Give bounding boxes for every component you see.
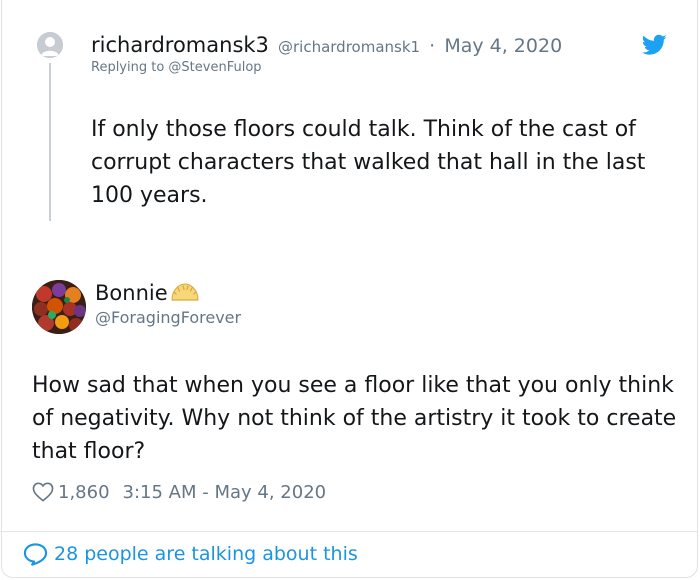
tweet-meta: 1,860 3:15 AM - May 4, 2020 [32, 480, 326, 504]
parent-display-name[interactable]: richardromansk3 [91, 33, 269, 57]
speech-bubble-icon [23, 543, 48, 566]
main-tweet-text: How sad that when you see a floor like t… [32, 373, 677, 464]
parent-header: richardromansk3 @richardromansk1 · May 4… [91, 33, 562, 57]
parent-date[interactable]: May 4, 2020 [444, 35, 562, 57]
parent-avatar[interactable] [37, 32, 63, 58]
like-count[interactable]: 1,860 [58, 482, 110, 503]
footer-divider [0, 531, 697, 532]
pierogi-emoji-icon [171, 283, 199, 301]
replying-to[interactable]: Replying to @StevenFulop [91, 60, 262, 75]
bonnie-handle[interactable]: @ForagingForever [95, 308, 241, 327]
tweet-timestamp[interactable]: 3:15 AM - May 4, 2020 [123, 482, 327, 503]
bonnie-name-row: Bonnie [95, 281, 200, 305]
default-avatar-icon [37, 32, 63, 58]
thread-line [49, 63, 51, 221]
parent-separator: · [429, 35, 436, 57]
bonnie-avatar[interactable] [32, 280, 86, 334]
parent-tweet-text: If only those floors could talk. Think o… [91, 117, 646, 208]
twitter-bird-icon[interactable] [642, 34, 667, 56]
bonnie-display-name[interactable]: Bonnie [95, 281, 168, 305]
tomatoes-avatar-image [32, 280, 86, 334]
conversation-link[interactable]: 28 people are talking about this [23, 542, 358, 566]
heart-icon[interactable] [32, 482, 54, 502]
talking-about-text[interactable]: 28 people are talking about this [54, 543, 358, 565]
parent-handle[interactable]: @richardromansk1 [278, 38, 420, 56]
